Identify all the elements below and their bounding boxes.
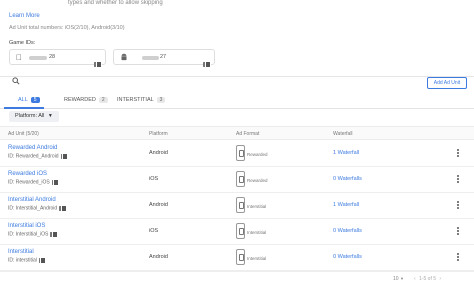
ad-unit-name-link[interactable]: Interstitial Android [8, 197, 56, 203]
copy-icon[interactable] [51, 178, 60, 186]
column-header-ad-format[interactable]: Ad Format [236, 131, 259, 137]
ad-unit-id: ID: Rewarded_iOS [8, 178, 60, 186]
column-header-ad-unit[interactable]: Ad Unit (5/20) [8, 131, 39, 137]
add-ad-unit-button[interactable]: Add Ad Unit [427, 77, 467, 89]
ad-unit-name-link[interactable]: Interstitial [8, 249, 34, 255]
table-row: Interstitial iOS ID: Interstitial_iOS iO… [0, 219, 474, 245]
caret-down-icon: ▼ [47, 113, 53, 119]
copy-icon[interactable] [38, 256, 47, 264]
platform-cell: iOS [149, 228, 159, 234]
waterfall-link[interactable]: 0 Waterfalls [333, 254, 362, 260]
phone-icon [236, 249, 245, 265]
platform-cell: Android [149, 150, 168, 156]
ad-unit-name-link[interactable]: Interstitial iOS [8, 223, 45, 229]
tab-bar: ALL 5 REWARDED 2 INTERSTITIAL 3 [0, 94, 474, 109]
phone-icon [236, 171, 245, 187]
game-id-value: 27 [160, 54, 167, 60]
prev-page-icon[interactable]: ‹ [414, 276, 416, 282]
ad-units-panel: Add Ad Unit ALL 5 REWARDED 2 INTERSTITIAL 3… [0, 76, 474, 293]
tab-count-badge: 3 [156, 97, 166, 103]
more-options-icon[interactable] [456, 201, 460, 211]
header-section: types and whether to allow skipping Lear… [0, 0, 474, 76]
platform-cell: Android [149, 254, 168, 260]
copy-icon[interactable] [59, 204, 67, 212]
more-options-icon[interactable] [456, 253, 460, 263]
table-row: Rewarded Android ID: Rewarded_Android An… [0, 141, 474, 167]
ad-unit-name-link[interactable]: Rewarded Android [8, 145, 57, 151]
tab-interstitial[interactable]: INTERSTITIAL 3 [117, 97, 166, 103]
table-row: Rewarded iOS ID: Rewarded_iOS iOS Reward… [0, 167, 474, 193]
ad-unit-name-link[interactable]: Rewarded iOS [8, 171, 47, 177]
table-header: Ad Unit (5/20) Platform Ad Format Waterf… [0, 126, 474, 140]
ad-unit-id: ID: interstitial [8, 256, 47, 264]
phone-icon [236, 145, 245, 161]
tab-all[interactable]: ALL 5 [18, 97, 40, 103]
game-id-redacted [142, 56, 159, 60]
pagination: 10 ▼ ‹ 1-5 of 5 › [0, 271, 474, 293]
more-options-icon[interactable] [456, 227, 460, 237]
learn-more-link[interactable]: Learn More [9, 13, 40, 19]
android-icon [120, 53, 128, 63]
waterfall-link[interactable]: 1 Waterfall [333, 150, 359, 156]
copy-icon[interactable] [50, 230, 58, 238]
tab-count-badge: 5 [30, 97, 40, 103]
phone-icon [236, 223, 245, 239]
tab-count-badge: 2 [98, 97, 108, 103]
column-header-platform[interactable]: Platform [149, 131, 168, 137]
apple-icon:  [16, 53, 22, 62]
caret-down-icon: ▼ [399, 276, 404, 281]
header-description: types and whether to allow skipping [68, 0, 163, 6]
game-id-ios:  28 [9, 49, 106, 68]
ad-unit-id: ID: Rewarded_Android [8, 152, 69, 160]
game-id-redacted [29, 56, 47, 60]
platform-filter[interactable]: Platform: All ▼ [9, 111, 59, 122]
more-options-icon[interactable] [456, 149, 460, 159]
next-page-icon[interactable]: › [439, 276, 441, 282]
rows-per-page-select[interactable]: 10 ▼ [393, 276, 404, 282]
search-icon[interactable] [12, 77, 20, 87]
game-id-value: 28 [49, 54, 56, 60]
ad-unit-id: ID: Interstitial_Android [8, 204, 67, 212]
waterfall-link[interactable]: 0 Waterfalls [333, 228, 362, 234]
pagination-info: ‹ 1-5 of 5 › [414, 276, 442, 282]
copy-icon[interactable] [203, 54, 211, 72]
ad-unit-total: Ad Unit total numbers: iOS(2/10), Androi… [9, 25, 125, 31]
copy-icon[interactable] [60, 152, 69, 160]
waterfall-link[interactable]: 1 Waterfall [333, 202, 359, 208]
tab-rewarded[interactable]: REWARDED 2 [64, 97, 108, 103]
ad-unit-id: ID: Interstitial_iOS [8, 230, 58, 238]
platform-cell: iOS [149, 176, 159, 182]
game-id-android: 27 [113, 49, 215, 68]
platform-cell: Android [149, 202, 168, 208]
active-tab-indicator [4, 107, 44, 109]
waterfall-link[interactable]: 0 Waterfalls [333, 176, 362, 182]
game-ids-label: Game IDs: [9, 40, 36, 46]
column-header-waterfall[interactable]: Waterfall [333, 131, 353, 137]
more-options-icon[interactable] [456, 175, 460, 185]
table-row: Interstitial Android ID: Interstitial_An… [0, 193, 474, 219]
table-row: Interstitial ID: interstitial Android In… [0, 245, 474, 271]
copy-icon[interactable] [94, 54, 102, 72]
phone-icon [236, 197, 245, 213]
